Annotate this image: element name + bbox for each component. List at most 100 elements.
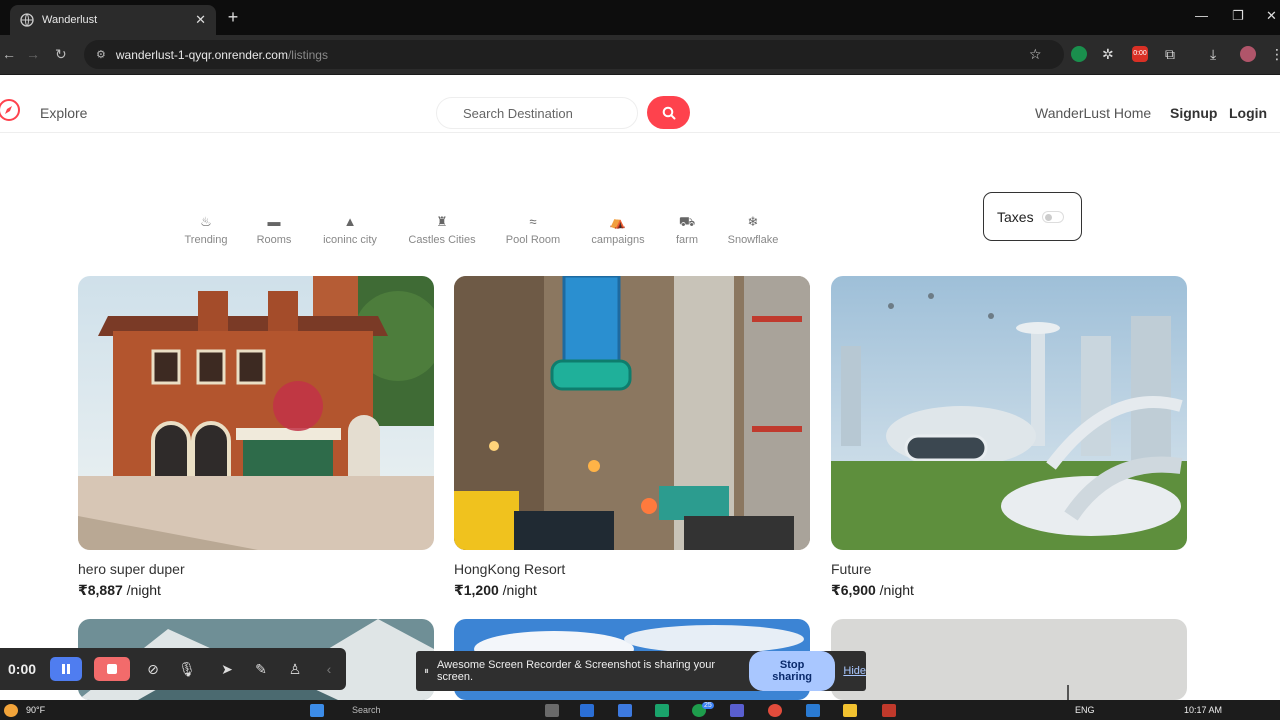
maximize-icon[interactable]: ❐ (1232, 8, 1244, 24)
back-icon[interactable]: ← (2, 46, 16, 62)
minimize-icon[interactable]: — (1195, 8, 1208, 23)
filter-rooms[interactable]: ▬ Rooms (250, 214, 298, 246)
share-message: Awesome Screen Recorder & Screenshot is … (437, 659, 715, 683)
filter-label: iconinc city (323, 234, 377, 246)
compass-logo-icon[interactable] (0, 99, 20, 121)
taxes-toggle-box[interactable]: Taxes (983, 192, 1082, 241)
filter-label: Castles Cities (408, 234, 476, 246)
site-info-icon[interactable]: ⚙ (96, 48, 106, 61)
search-input[interactable] (436, 97, 638, 129)
app-icon-2[interactable] (806, 704, 820, 717)
listing-title: hero super duper (78, 561, 185, 577)
price-unit: /night (122, 582, 161, 598)
listing-card[interactable]: Future ₹6,900 /night (831, 276, 1187, 599)
filter-iconic-city[interactable]: ▲ iconinc city (316, 214, 384, 246)
close-tab-icon[interactable]: ✕ (195, 12, 206, 28)
weather-icon[interactable] (4, 704, 18, 717)
bookmark-star-icon[interactable]: ☆ (1029, 46, 1042, 63)
weather-temp: 90°F (26, 705, 46, 715)
search-button[interactable] (647, 96, 690, 129)
download-icon[interactable]: ⤓ (1210, 46, 1216, 63)
file-explorer-icon[interactable] (843, 704, 857, 717)
menu-dots-icon[interactable]: ⋮ (1270, 46, 1280, 63)
microphone-icon[interactable]: 🎙 (176, 661, 198, 678)
pool-icon: ≈ (529, 214, 537, 229)
recording-timer: 0:00 (8, 661, 37, 677)
clock-time[interactable]: 10:17 AM (1184, 705, 1222, 715)
login-link[interactable]: Login (1229, 105, 1267, 121)
listing-card[interactable]: hero super duper ₹8,887 /night (78, 276, 434, 599)
collapse-chevron-icon[interactable]: ‹ (318, 661, 340, 677)
hide-link[interactable]: Hide (843, 665, 866, 677)
browser-toolbar: ← → ↻ ⚙ wanderlust-1-qyqr.onrender.com/l… (0, 35, 1280, 75)
screen-share-banner: ⏸ Awesome Screen Recorder & Screenshot i… (416, 651, 866, 691)
url-host: wanderlust-1-qyqr.onrender.com (115, 47, 288, 62)
pause-icon (62, 664, 70, 674)
recorder-extension-icon[interactable]: 0:00 (1132, 46, 1148, 62)
taxes-switch[interactable] (1041, 210, 1064, 223)
filter-label: Rooms (256, 234, 292, 246)
price-amount: ₹6,900 (831, 582, 876, 598)
windows-start-icon[interactable] (310, 704, 324, 717)
site-navbar: Explore WanderLust Home Signup Login (0, 75, 1280, 133)
stop-sharing-button[interactable]: Stop sharing (748, 651, 836, 691)
explore-link[interactable]: Explore (40, 105, 87, 121)
castle-icon: ♜ (436, 214, 448, 229)
listing-image[interactable] (831, 619, 1187, 700)
stop-recording-button[interactable] (94, 657, 130, 681)
task-view-icon[interactable] (545, 704, 559, 717)
teams-icon[interactable] (730, 704, 744, 717)
forward-icon[interactable]: → (26, 46, 40, 62)
browser-tab[interactable]: Wanderlust ✕ (10, 5, 216, 35)
listing-image[interactable] (78, 276, 434, 550)
filter-pool-room[interactable]: ≈ Pool Room (502, 214, 564, 246)
notification-badge: 25 (702, 702, 714, 709)
price-unit: /night (498, 582, 537, 598)
price-unit: /night (875, 582, 914, 598)
filter-snowflake[interactable]: ❄ Snowflake (722, 214, 784, 246)
listing-card[interactable]: HongKong Resort ₹1,200 /night (454, 276, 810, 599)
listing-card[interactable] (831, 619, 1187, 700)
tractor-icon: ⛟ (678, 214, 696, 229)
new-tab-icon[interactable]: + (224, 7, 242, 28)
extension-green-icon[interactable] (1071, 46, 1087, 62)
tab-title: Wanderlust (42, 14, 98, 26)
stop-icon (107, 664, 117, 674)
language-indicator[interactable]: ENG (1075, 705, 1095, 715)
listing-title: HongKong Resort (454, 561, 566, 577)
recorder-app-icon[interactable] (882, 704, 896, 717)
address-bar[interactable]: ⚙ wanderlust-1-qyqr.onrender.com/listing… (84, 40, 1064, 69)
chrome-icon[interactable] (768, 704, 782, 717)
close-window-icon[interactable]: ✕ (1266, 8, 1277, 24)
profile-avatar[interactable] (1240, 46, 1256, 62)
drag-handle-icon[interactable]: ⏸ (424, 666, 429, 677)
filter-farm[interactable]: ⛟ farm (668, 214, 706, 246)
pause-button[interactable] (50, 657, 82, 681)
listing-image[interactable] (831, 276, 1187, 550)
listing-title: Future (831, 561, 872, 577)
compass-needle-icon (5, 106, 12, 114)
taxes-label: Taxes (997, 208, 1034, 225)
filter-castles-cities[interactable]: ♜ Castles Cities (404, 214, 480, 246)
listing-image[interactable] (454, 276, 810, 550)
wanderlust-home-link[interactable]: WanderLust Home (1035, 105, 1151, 121)
filter-trending[interactable]: ♨ Trending (180, 214, 232, 246)
recorder-toolbar: 0:00 ⊘ 🎙 ➤ ✎ ♙ ‹ (0, 648, 346, 690)
filter-campaigns[interactable]: ⛺ campaigns (586, 214, 650, 246)
highlighter-icon[interactable]: ♙ (284, 661, 306, 678)
city-icon: ▲ (343, 214, 357, 229)
edge-icon[interactable] (655, 704, 669, 717)
signup-link[interactable]: Signup (1170, 105, 1217, 121)
pen-icon[interactable]: ✎ (250, 661, 272, 678)
extension-gear-icon[interactable]: ✲ (1102, 46, 1114, 63)
campground-icon: ⛺ (609, 214, 627, 229)
os-taskbar: 90°F Search 25 ENG 10:17 AM (0, 700, 1280, 720)
price-amount: ₹8,887 (78, 582, 123, 598)
app-icon[interactable] (580, 704, 594, 717)
cursor-icon[interactable]: ➤ (216, 661, 238, 678)
taskbar-search[interactable]: Search (352, 705, 381, 715)
camera-off-icon[interactable]: ⊘ (142, 661, 164, 678)
vscode-icon[interactable] (618, 704, 632, 717)
reload-icon[interactable]: ↻ (55, 46, 67, 63)
extensions-puzzle-icon[interactable]: ⧉ (1165, 46, 1175, 63)
